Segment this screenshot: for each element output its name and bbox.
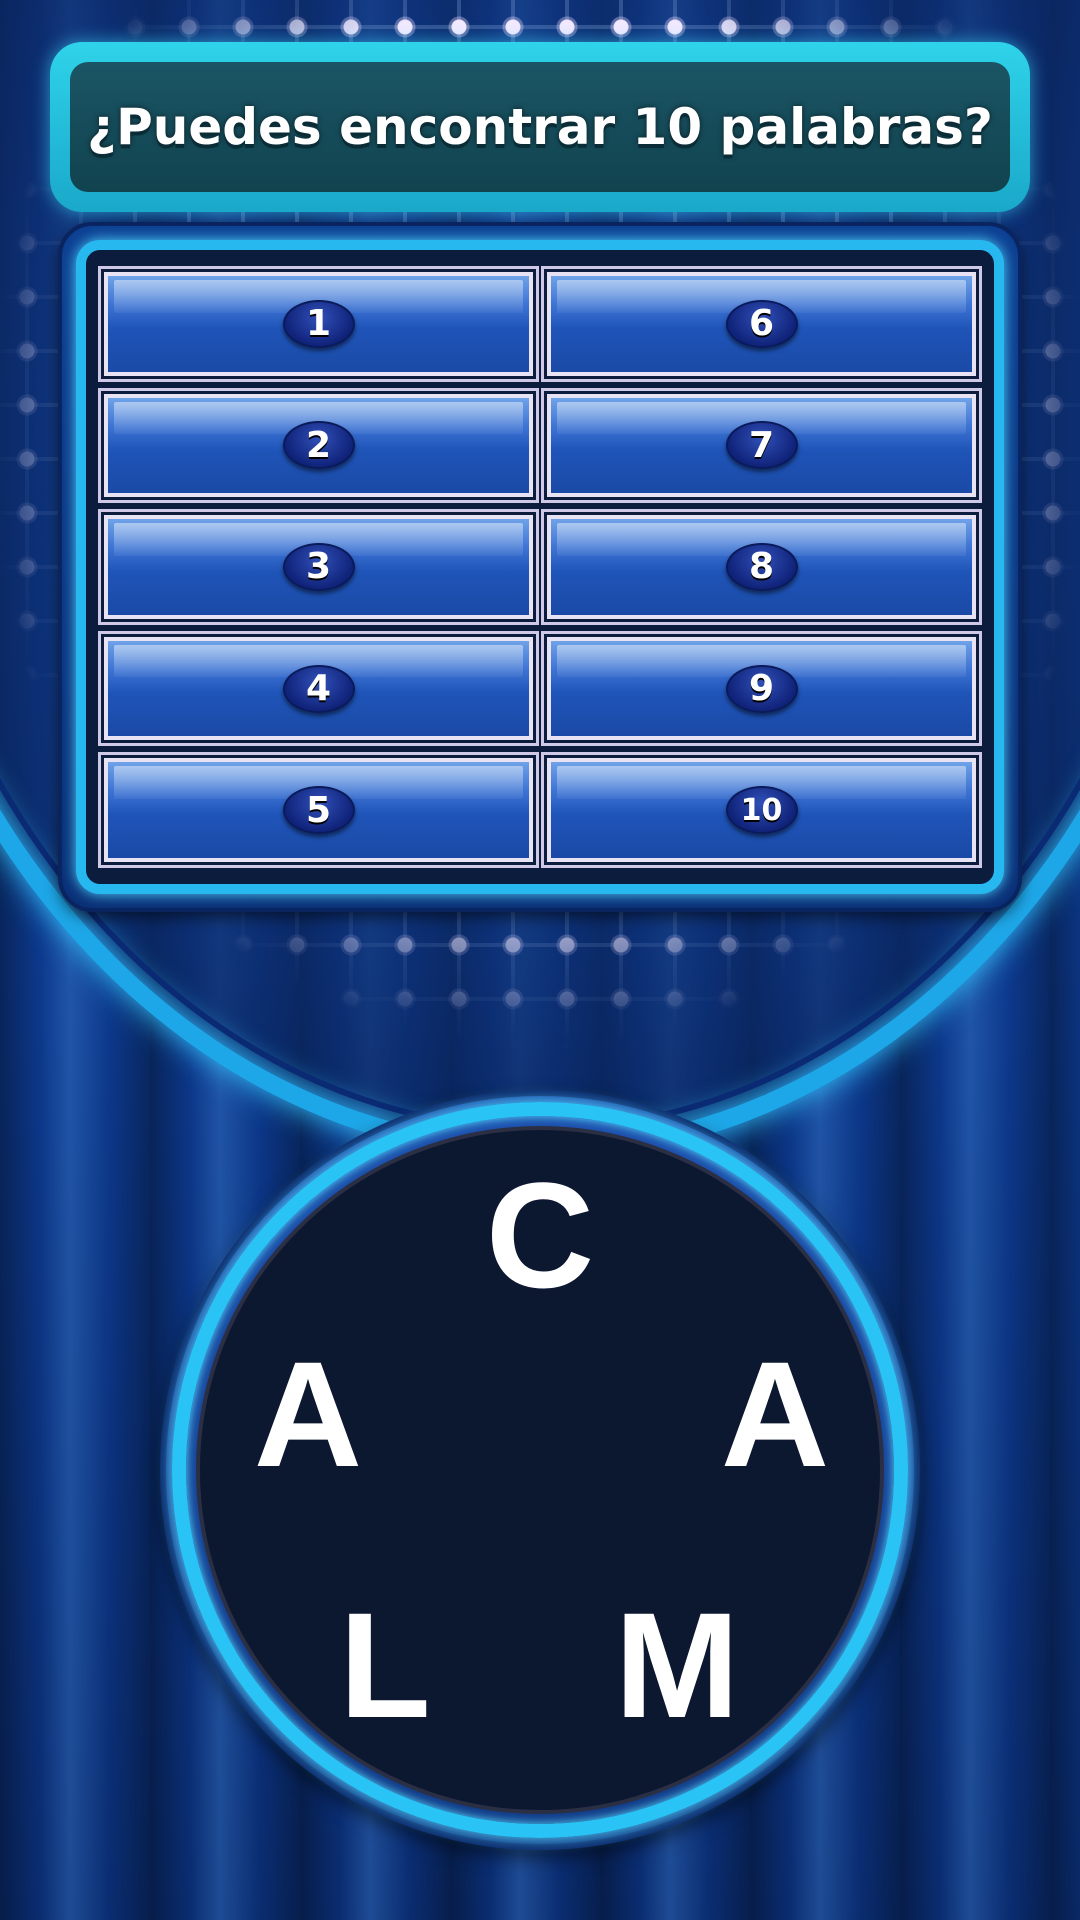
answer-slot-7: 7 [544,390,979,501]
slot-number-badge: 3 [282,542,355,591]
answer-board: 1 6 2 7 3 8 4 9 5 10 [58,222,1022,912]
prompt-banner-inner: ¿Puedes encontrar 10 palabras? [70,62,1010,192]
letter-tile-a-right[interactable]: A [721,1339,829,1489]
answer-slot-5: 5 [101,755,536,865]
slot-number-badge: 10 [725,786,798,835]
slot-number-badge: 7 [725,421,798,470]
answer-slot-6: 6 [544,269,979,379]
slot-number-badge: 9 [725,664,798,713]
slot-number-badge: 8 [725,542,798,591]
slot-number-badge: 2 [282,421,355,470]
slot-number-badge: 1 [282,299,355,348]
answer-slot-8: 8 [544,512,979,622]
prompt-text: ¿Puedes encontrar 10 palabras? [87,98,993,156]
answer-slot-4: 4 [101,633,536,744]
answer-grid: 1 6 2 7 3 8 4 9 5 10 [76,240,1004,894]
answer-slot-3: 3 [101,512,536,622]
letter-tile-m[interactable]: M [615,1590,740,1740]
answer-slot-1: 1 [101,269,536,379]
letter-tile-c[interactable]: C [486,1160,594,1310]
slot-number-badge: 6 [725,299,798,348]
slot-number-badge: 4 [282,664,355,713]
letter-tile-a-left[interactable]: A [254,1339,362,1489]
answer-slot-2: 2 [101,390,536,501]
letter-tile-l[interactable]: L [339,1590,431,1740]
prompt-banner: ¿Puedes encontrar 10 palabras? [50,42,1030,212]
slot-number-badge: 5 [282,786,355,835]
answer-slot-10: 10 [544,755,979,865]
answer-slot-9: 9 [544,633,979,744]
game-screen: ¿Puedes encontrar 10 palabras? 1 6 2 7 3… [0,0,1080,1920]
